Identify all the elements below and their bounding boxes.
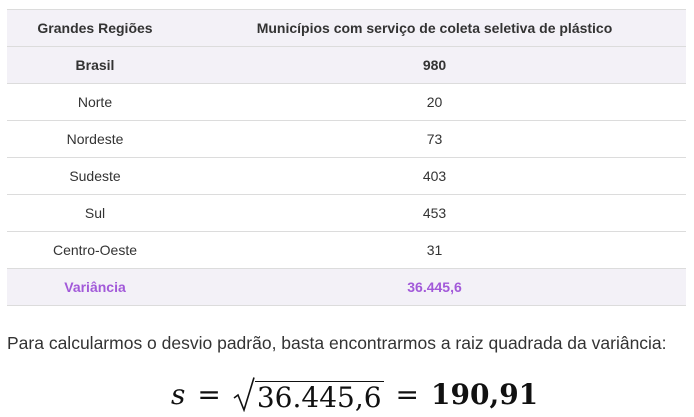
region-cell: Sul: [7, 194, 183, 232]
table-row: Centro-Oeste 31: [7, 231, 686, 269]
variance-label: Variância: [7, 268, 183, 306]
table-row: Norte 20: [7, 83, 686, 121]
formula-radicand: 36.445,6: [254, 381, 384, 414]
value-cell: 31: [183, 231, 686, 269]
table-header-row: Grandes Regiões Municípios com serviço d…: [7, 9, 686, 47]
formula-equals-1: =: [197, 377, 221, 411]
table-row: Sul 453: [7, 194, 686, 232]
explanation-paragraph: Para calcularmos o desvio padrão, basta …: [7, 333, 667, 353]
value-cell: 980: [183, 46, 686, 84]
region-cell: Centro-Oeste: [7, 231, 183, 269]
table-row-variance: Variância 36.445,6: [7, 268, 686, 306]
value-cell: 403: [183, 157, 686, 195]
value-cell: 20: [183, 83, 686, 121]
table-row: Sudeste 403: [7, 157, 686, 195]
value-cell: 453: [183, 194, 686, 232]
region-cell: Norte: [7, 83, 183, 121]
square-root: 36.445,6: [233, 376, 384, 412]
table-row-brasil: Brasil 980: [7, 46, 686, 84]
radical-sign-icon: [233, 377, 255, 412]
region-cell: Sudeste: [7, 157, 183, 195]
std-dev-formula: s = 36.445,6 = 190,91: [171, 372, 538, 416]
formula-result: 190,91: [431, 377, 539, 411]
region-cell: Brasil: [7, 46, 183, 84]
data-table: Grandes Regiões Municípios com serviço d…: [7, 9, 686, 306]
region-cell: Nordeste: [7, 120, 183, 158]
value-cell: 73: [183, 120, 686, 158]
header-municipalities: Municípios com serviço de coleta seletiv…: [183, 9, 686, 47]
formula-equals-2: =: [395, 377, 419, 411]
table-row: Nordeste 73: [7, 120, 686, 158]
header-region: Grandes Regiões: [7, 9, 183, 47]
variance-value: 36.445,6: [183, 268, 686, 306]
formula-variable: s: [171, 377, 186, 411]
